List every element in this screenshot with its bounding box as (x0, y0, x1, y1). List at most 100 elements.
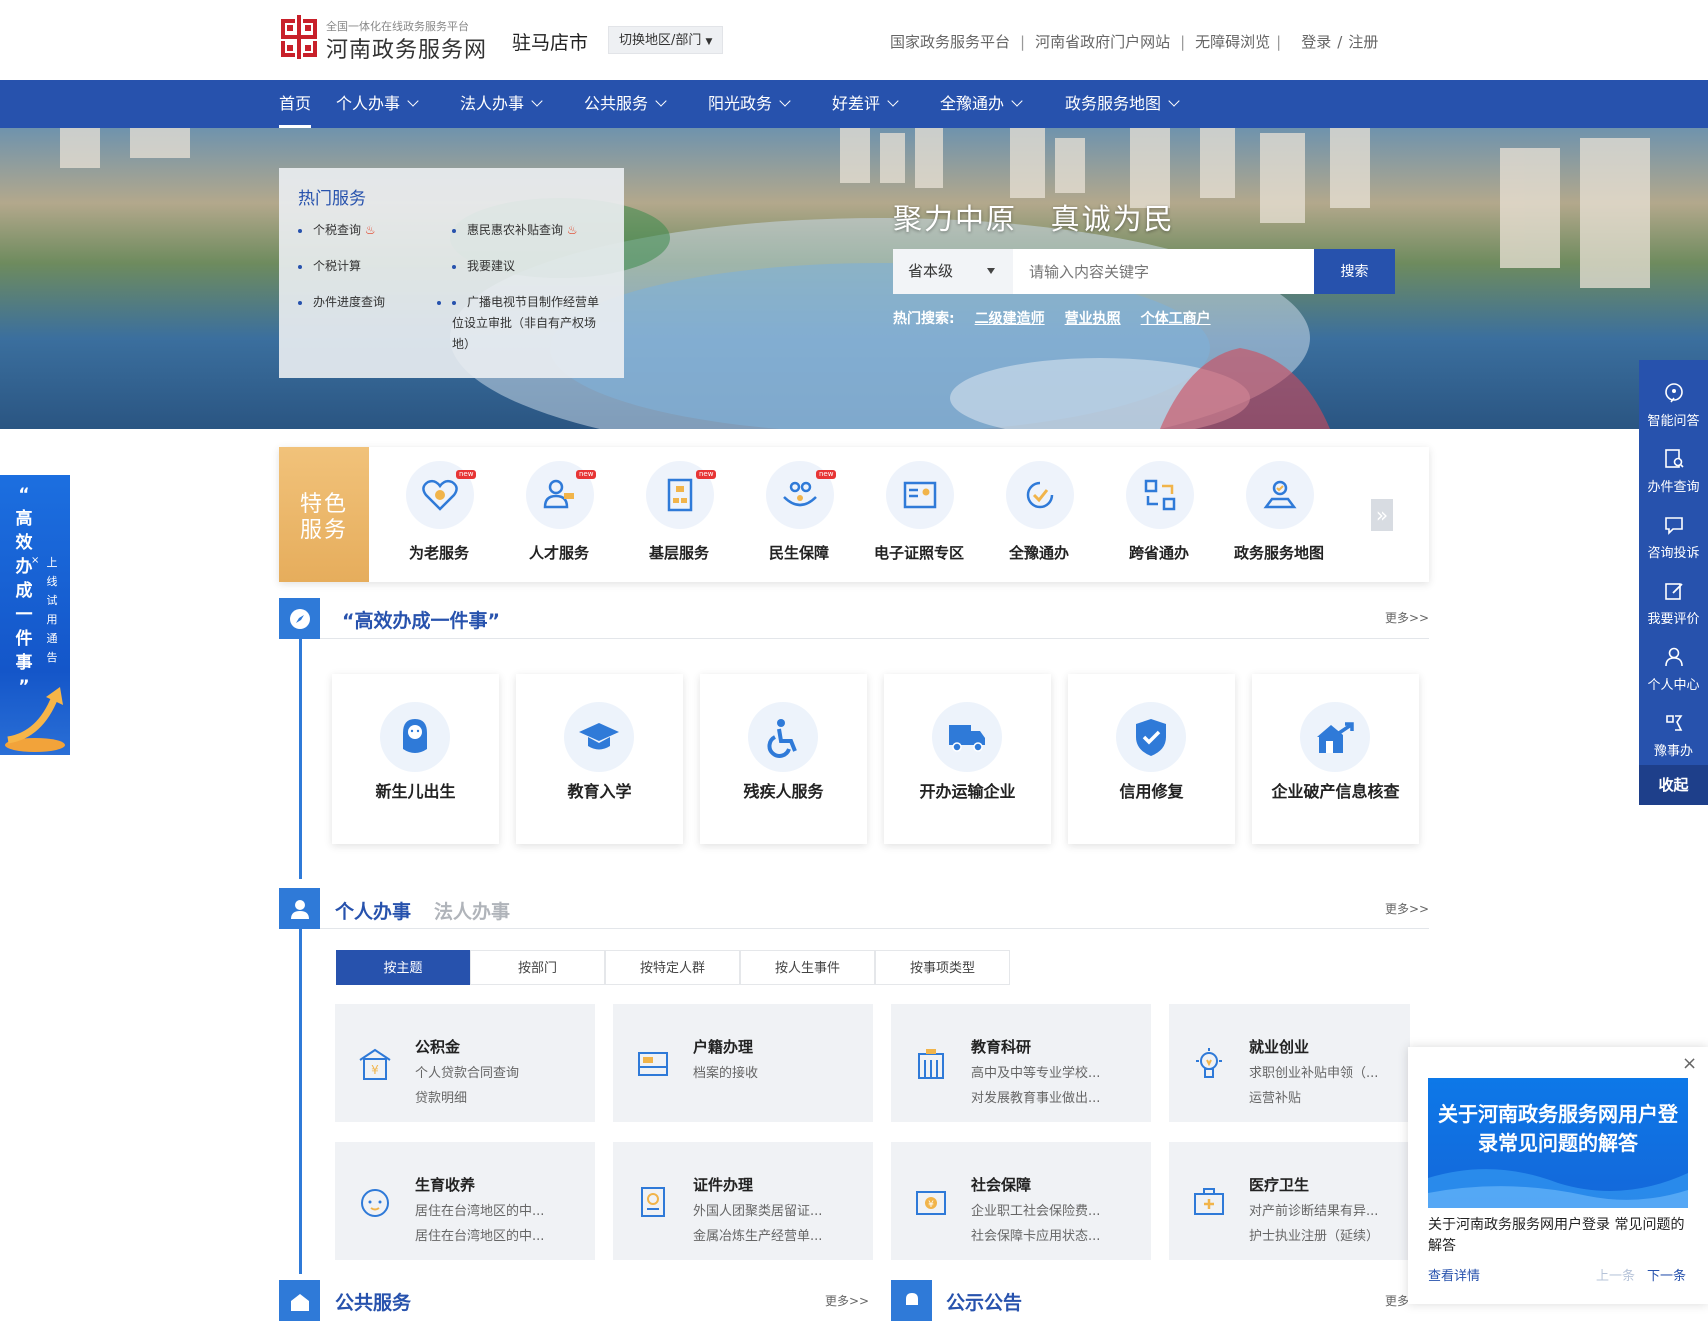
nav-legal[interactable]: 法人办事 (460, 80, 543, 128)
rb-collapse-button[interactable]: 收起 (1639, 765, 1708, 805)
nav-henan-all[interactable]: 全豫通办 (940, 80, 1023, 128)
topic-card-housing-fund[interactable]: ¥ 公积金 个人贷款合同查询 贷款明细 (335, 1004, 595, 1122)
topic-card-birth-adoption[interactable]: 生育收养 居住在台湾地区的中... 居住在台湾地区的中... (335, 1142, 595, 1260)
hot-item[interactable]: 个税查询 ♨ (298, 220, 376, 241)
topic-link[interactable]: 高中及中等专业学校... (971, 1062, 1100, 1081)
tab-personal-affairs[interactable]: 个人办事 (335, 897, 411, 924)
search-level-select[interactable]: 省本级 (893, 249, 1013, 294)
topic-link[interactable]: 档案的接收 (693, 1062, 758, 1081)
nav-home[interactable]: 首页 (279, 80, 312, 128)
rb-rate[interactable]: 我要评价 (1639, 570, 1708, 630)
banner-char: 效 (15, 533, 33, 553)
filter-by-topic[interactable]: 按主题 (336, 950, 470, 985)
efficient-card-disability[interactable]: 残疾人服务 (700, 674, 867, 844)
topic-card-household[interactable]: 户籍办理 档案的接收 (613, 1004, 873, 1122)
topic-link[interactable]: 居住在台湾地区的中... (415, 1225, 544, 1244)
nav-sunshine-gov[interactable]: 阳光政务 (708, 80, 791, 128)
switch-region-button[interactable]: 切换地区/部门 ▼ (608, 26, 724, 54)
svg-text:¥: ¥ (928, 1200, 934, 1210)
hot-item[interactable]: 广播电视节目制作经营单位设立审批（非自有产权场地） (437, 292, 602, 355)
special-item-henan-all[interactable]: 全豫通办 (984, 447, 1094, 582)
link-accessibility[interactable]: 无障碍浏览 (1195, 33, 1270, 51)
special-item-service-map[interactable]: 政务服务地图 (1224, 447, 1334, 582)
topic-link[interactable]: 护士执业注册（延续） (1249, 1225, 1379, 1244)
topic-link[interactable]: 运营补贴 (1249, 1087, 1301, 1106)
topic-link[interactable]: 对发展教育事业做出... (971, 1087, 1100, 1106)
rb-case-query[interactable]: 办件查询 (1639, 438, 1708, 498)
topic-link[interactable]: 金属冶炼生产经营单... (693, 1225, 822, 1244)
svg-text:¥: ¥ (371, 1063, 379, 1077)
efficient-card-transport[interactable]: 开办运输企业 (884, 674, 1051, 844)
topic-link[interactable]: 对产前诊断结果有异... (1249, 1200, 1378, 1219)
topic-link[interactable]: 居住在台湾地区的中... (415, 1200, 544, 1219)
tab-legal-affairs[interactable]: 法人办事 (434, 897, 510, 924)
hot-keyword[interactable]: 营业执照 (1065, 311, 1121, 327)
filter-by-item-type[interactable]: 按事项类型 (875, 950, 1010, 985)
special-item-elderly[interactable]: new 为老服务 (384, 447, 494, 582)
popup-detail-link[interactable]: 查看详情 (1428, 1265, 1480, 1284)
topic-link[interactable]: 企业职工社会保险费... (971, 1200, 1100, 1219)
close-icon[interactable]: × (31, 555, 39, 566)
link-national-platform[interactable]: 国家政务服务平台 (890, 33, 1010, 51)
topic-card-education[interactable]: 教育科研 高中及中等专业学校... 对发展教育事业做出... (891, 1004, 1151, 1122)
new-badge: new (816, 470, 837, 479)
notice-more-link[interactable]: 更多 (1385, 1292, 1409, 1309)
filter-by-department[interactable]: 按部门 (470, 950, 605, 985)
topic-link[interactable]: 社会保障卡应用状态... (971, 1225, 1100, 1244)
hot-item[interactable]: 我要建议 (451, 256, 515, 277)
affairs-more-link[interactable]: 更多>> (1385, 900, 1429, 917)
efficient-card-education[interactable]: 教育入学 (516, 674, 683, 844)
efficient-more-link[interactable]: 更多>> (1385, 609, 1429, 626)
rb-consult[interactable]: 咨询投诉 (1639, 504, 1708, 564)
topic-card-social-security[interactable]: ¥ 社会保障 企业职工社会保险费... 社会保障卡应用状态... (891, 1142, 1151, 1260)
filter-by-life-event[interactable]: 按人生事件 (740, 950, 875, 985)
nav-public-service[interactable]: 公共服务 (584, 80, 667, 128)
register-book-icon (633, 1044, 673, 1084)
efficient-card-newborn[interactable]: 新生儿出生 (332, 674, 499, 844)
special-item-e-license[interactable]: 电子证照专区 (864, 447, 974, 582)
topic-link[interactable]: 个人贷款合同查询 (415, 1062, 519, 1081)
search-button[interactable]: 搜索 (1314, 249, 1395, 294)
nav-service-map[interactable]: 政务服务地图 (1065, 80, 1180, 128)
hot-item[interactable]: 惠民惠农补贴查询 ♨ (452, 220, 578, 241)
new-badge: new (576, 470, 597, 479)
popup-next-link[interactable]: 下一条 (1647, 1265, 1686, 1284)
nav-personal[interactable]: 个人办事 (336, 80, 419, 128)
special-item-cross-province[interactable]: 跨省通办 (1104, 447, 1214, 582)
public-service-more-link[interactable]: 更多>> (825, 1292, 869, 1309)
nav-label: 法人办事 (460, 94, 525, 113)
rb-smart-qa[interactable]: 智能问答 (1639, 372, 1708, 432)
popup-notice-text[interactable]: 关于河南政务服务网用户登录 常见问题的解答 (1428, 1215, 1690, 1257)
hot-item[interactable]: 个税计算 (297, 256, 361, 277)
hot-keyword[interactable]: 个体工商户 (1141, 311, 1211, 327)
efficient-card-bankruptcy[interactable]: 企业破产信息核查 (1252, 674, 1419, 844)
efficient-card-credit[interactable]: 信用修复 (1068, 674, 1235, 844)
close-icon[interactable]: × (1682, 1053, 1697, 1074)
hot-keyword[interactable]: 二级建造师 (975, 311, 1045, 327)
topic-link[interactable]: 求职创业补贴申领（... (1249, 1062, 1378, 1081)
topic-card-employment[interactable]: 就业创业 求职创业补贴申领（... 运营补贴 (1169, 1004, 1410, 1122)
topic-card-medical[interactable]: 医疗卫生 对产前诊断结果有异... 护士执业注册（延续） (1169, 1142, 1410, 1260)
left-floating-banner[interactable]: “ 高 效 办 成 一 件 事 ” × 上 线 试 用 通 告 (0, 475, 70, 755)
special-item-livelihood[interactable]: new 民生保障 (744, 447, 854, 582)
rb-yushiban[interactable]: 豫事办 (1639, 702, 1708, 762)
popup-banner-image[interactable]: 关于河南政务服务网用户登录常见问题的解答 (1428, 1078, 1688, 1208)
topic-link[interactable]: 外国人团聚类居留证... (693, 1200, 822, 1219)
search-input[interactable] (1013, 249, 1315, 294)
chevron-right-icon[interactable]: » (1371, 499, 1393, 531)
link-henan-portal[interactable]: 河南省政府门户网站 (1035, 33, 1170, 51)
special-item-talent[interactable]: new 人才服务 (504, 447, 614, 582)
login-link[interactable]: 登录 (1301, 33, 1331, 51)
special-item-grassroots[interactable]: new 基层服务 (624, 447, 734, 582)
house-yuan-icon: ¥ (355, 1044, 395, 1084)
filter-by-group[interactable]: 按特定人群 (605, 950, 740, 985)
popup-prev-link[interactable]: 上一条 (1596, 1265, 1635, 1284)
rb-personal-center[interactable]: 个人中心 (1639, 636, 1708, 696)
topic-link[interactable]: 贷款明细 (415, 1087, 467, 1106)
nav-rating[interactable]: 好差评 (832, 80, 899, 128)
hot-item[interactable]: 办件进度查询 (297, 292, 385, 313)
wheelchair-icon (748, 702, 818, 772)
register-link[interactable]: 注册 (1348, 33, 1378, 51)
logo-name[interactable]: 河南政务服务网 (326, 32, 487, 64)
topic-card-certificates[interactable]: 证件办理 外国人团聚类居留证... 金属冶炼生产经营单... (613, 1142, 873, 1260)
